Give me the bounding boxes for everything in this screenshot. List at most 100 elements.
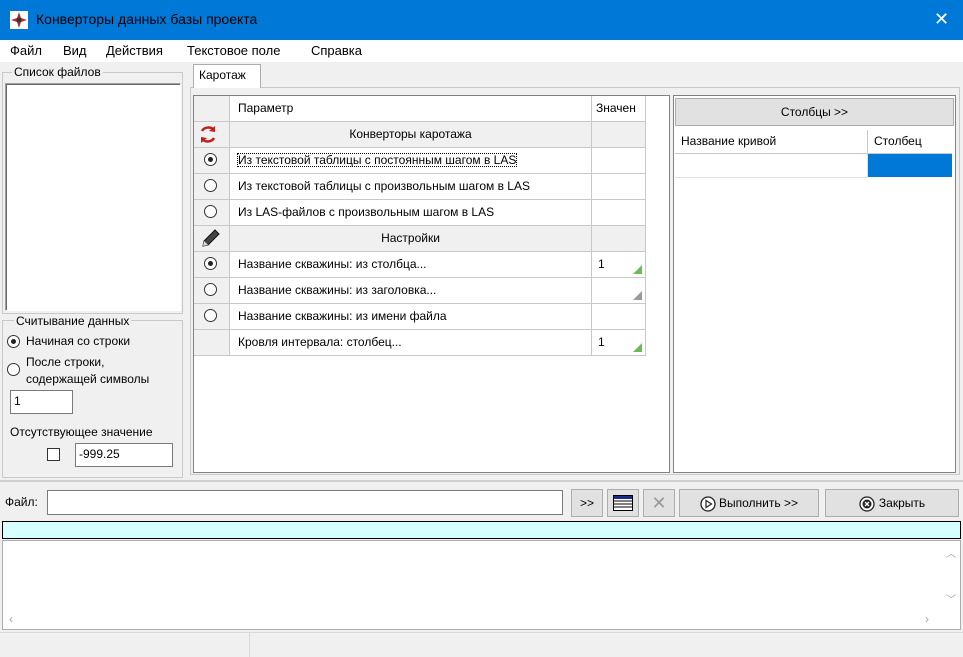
- missing-value-label: Отсутствующее значение: [10, 425, 153, 439]
- edit-corner-icon: [633, 291, 642, 300]
- missing-value-checkbox[interactable]: [47, 448, 60, 461]
- radio-setting-3[interactable]: [204, 309, 217, 322]
- missing-value-input[interactable]: -999.25: [75, 443, 173, 467]
- setting-2-value[interactable]: [592, 278, 646, 304]
- row-radio-cell[interactable]: [194, 252, 230, 278]
- run-button-label: Выполнить >>: [719, 496, 798, 510]
- radio-setting-2[interactable]: [204, 283, 217, 296]
- table-row[interactable]: Название скважины: из имени файла: [194, 304, 646, 330]
- row-radio-cell[interactable]: [194, 148, 230, 174]
- scroll-up-icon[interactable]: ︿: [946, 545, 956, 560]
- converter-3-value[interactable]: [592, 200, 646, 226]
- pencil-icon: [194, 226, 230, 252]
- table-row[interactable]: Из LAS-файлов с произвольным шагом в LAS: [194, 200, 646, 226]
- log-vertical-scrollbar[interactable]: ︿ ﹀: [943, 541, 960, 611]
- radio-converter-1[interactable]: [204, 153, 217, 166]
- grid-header-param[interactable]: Параметр: [230, 96, 592, 122]
- status-segment-2: [250, 632, 963, 657]
- setting-3-label[interactable]: Название скважины: из имени файла: [230, 304, 592, 330]
- row-radio-cell[interactable]: [194, 200, 230, 226]
- browse-button[interactable]: >>: [571, 489, 603, 517]
- menu-bar: Файл Вид Действия Текстовое поле Справка: [0, 40, 963, 62]
- radio-after-row[interactable]: [7, 363, 20, 376]
- setting-3-value[interactable]: [592, 304, 646, 330]
- file-path-input[interactable]: [47, 490, 563, 515]
- splitter[interactable]: [0, 480, 963, 482]
- start-row-input[interactable]: 1: [10, 390, 73, 414]
- x-icon: ✕: [651, 493, 667, 513]
- close-button[interactable]: Закрыть: [825, 489, 959, 517]
- grid-section-settings: Настройки: [194, 226, 646, 252]
- progress-bar: [2, 521, 961, 539]
- play-circle-icon: [700, 496, 716, 512]
- columns-button[interactable]: Столбцы >>: [675, 98, 954, 126]
- menu-text-field[interactable]: Текстовое поле: [187, 43, 280, 58]
- radio-converter-2[interactable]: [204, 179, 217, 192]
- row-radio-cell[interactable]: [194, 278, 230, 304]
- file-list[interactable]: [5, 83, 181, 311]
- column-header[interactable]: Столбец: [868, 130, 952, 154]
- file-list-title: Список файлов: [12, 65, 103, 79]
- radio-converter-3[interactable]: [204, 205, 217, 218]
- setting-1-value[interactable]: 1: [592, 252, 646, 278]
- edit-corner-icon: [633, 343, 642, 352]
- log-area[interactable]: ︿ ﹀ ‹ ›: [2, 540, 961, 630]
- table-row[interactable]: Из текстовой таблицы с произвольным шаго…: [194, 174, 646, 200]
- status-segment-1: [0, 632, 250, 657]
- refresh-icon: [194, 122, 230, 148]
- scroll-left-icon[interactable]: ‹: [9, 612, 13, 626]
- column-cell-selected[interactable]: [868, 154, 952, 177]
- grid-corner: [194, 96, 230, 122]
- setting-2-label[interactable]: Название скважины: из заголовка...: [230, 278, 592, 304]
- table-row[interactable]: Из текстовой таблицы с постоянным шагом …: [194, 148, 646, 174]
- converter-1-text: Из текстовой таблицы с постоянным шагом …: [237, 153, 518, 167]
- menu-view[interactable]: Вид: [63, 43, 87, 58]
- close-window-button[interactable]: ✕: [920, 0, 963, 40]
- close-icon: ✕: [933, 9, 950, 29]
- radio-setting-1[interactable]: [204, 257, 217, 270]
- grid-header-value[interactable]: Значен: [592, 96, 646, 122]
- radio-after-row-label-1: После строки,: [26, 355, 105, 369]
- menu-help[interactable]: Справка: [311, 43, 362, 58]
- table-view-button[interactable]: [607, 489, 639, 517]
- window-title: Конверторы данных базы проекта: [36, 11, 258, 27]
- tab-logging-label: Каротаж: [199, 68, 246, 82]
- converter-2-value[interactable]: [592, 174, 646, 200]
- row-radio-cell[interactable]: [194, 304, 230, 330]
- setting-1-label[interactable]: Название скважины: из столбца...: [230, 252, 592, 278]
- row-empty-cell: [194, 330, 230, 356]
- menu-file[interactable]: Файл: [10, 43, 42, 58]
- setting-4-label[interactable]: Кровля интервала: столбец...: [230, 330, 592, 356]
- table-row[interactable]: Кровля интервала: столбец... 1: [194, 330, 646, 356]
- table-icon: [613, 495, 633, 511]
- curve-name-header[interactable]: Название кривой: [675, 130, 868, 154]
- run-button[interactable]: Выполнить >>: [679, 489, 819, 517]
- radio-after-row-label-2: содержащей символы: [26, 372, 150, 386]
- scroll-right-icon[interactable]: ›: [925, 612, 929, 626]
- menu-actions[interactable]: Действия: [106, 43, 163, 58]
- setting-1-value-text: 1: [598, 257, 605, 271]
- radio-start-row-label: Начиная со строки: [26, 334, 131, 348]
- radio-start-row[interactable]: [7, 335, 20, 348]
- setting-4-value-text: 1: [598, 335, 605, 349]
- grid-section-settings-label: Настройки: [230, 226, 592, 252]
- curve-name-cell[interactable]: [675, 154, 868, 178]
- converter-1-label[interactable]: Из текстовой таблицы с постоянным шагом …: [230, 148, 592, 174]
- converter-1-value[interactable]: [592, 148, 646, 174]
- table-row[interactable]: Название скважины: из заголовка...: [194, 278, 646, 304]
- clear-button[interactable]: ✕: [643, 489, 675, 517]
- grid-section-converters-label: Конверторы каротажа: [230, 122, 592, 148]
- converter-2-label[interactable]: Из текстовой таблицы с произвольным шаго…: [230, 174, 592, 200]
- file-label: Файл:: [5, 495, 38, 509]
- converter-3-label[interactable]: Из LAS-файлов с произвольным шагом в LAS: [230, 200, 592, 226]
- edit-corner-icon: [633, 265, 642, 274]
- table-row[interactable]: Название скважины: из столбца... 1: [194, 252, 646, 278]
- grid-section-settings-value: [592, 226, 646, 252]
- setting-4-value[interactable]: 1: [592, 330, 646, 356]
- grid-section-converters-value: [592, 122, 646, 148]
- read-data-title: Считывание данных: [14, 314, 132, 328]
- scroll-down-icon[interactable]: ﹀: [946, 591, 956, 606]
- row-radio-cell[interactable]: [194, 174, 230, 200]
- log-horizontal-scrollbar[interactable]: ‹ ›: [3, 611, 943, 629]
- app-icon: [10, 11, 28, 29]
